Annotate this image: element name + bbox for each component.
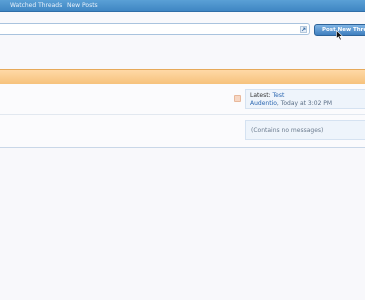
- no-messages-text: (Contains no messages): [251, 127, 324, 134]
- mouse-cursor-icon: [336, 30, 344, 41]
- nav-watched-threads[interactable]: Watched Threads: [10, 2, 62, 9]
- latest-prefix: Latest:: [250, 92, 271, 99]
- top-navigation-bar: Watched Threads New Posts: [0, 0, 365, 12]
- popup-arrow-icon[interactable]: [300, 26, 307, 33]
- thread-title-bar[interactable]: [0, 23, 310, 35]
- latest-time: , Today at 3:02 PM: [276, 100, 333, 107]
- latest-user-link[interactable]: Audentio: [250, 100, 277, 107]
- last-post-box-empty: (Contains no messages): [245, 120, 365, 140]
- last-post-box: Latest: Test Audentio, Today at 3:02 PM: [245, 89, 365, 109]
- category-header-bar: [0, 69, 365, 85]
- rss-icon[interactable]: [234, 95, 241, 102]
- nav-new-posts[interactable]: New Posts: [67, 2, 98, 9]
- latest-thread-link[interactable]: Test: [273, 92, 285, 99]
